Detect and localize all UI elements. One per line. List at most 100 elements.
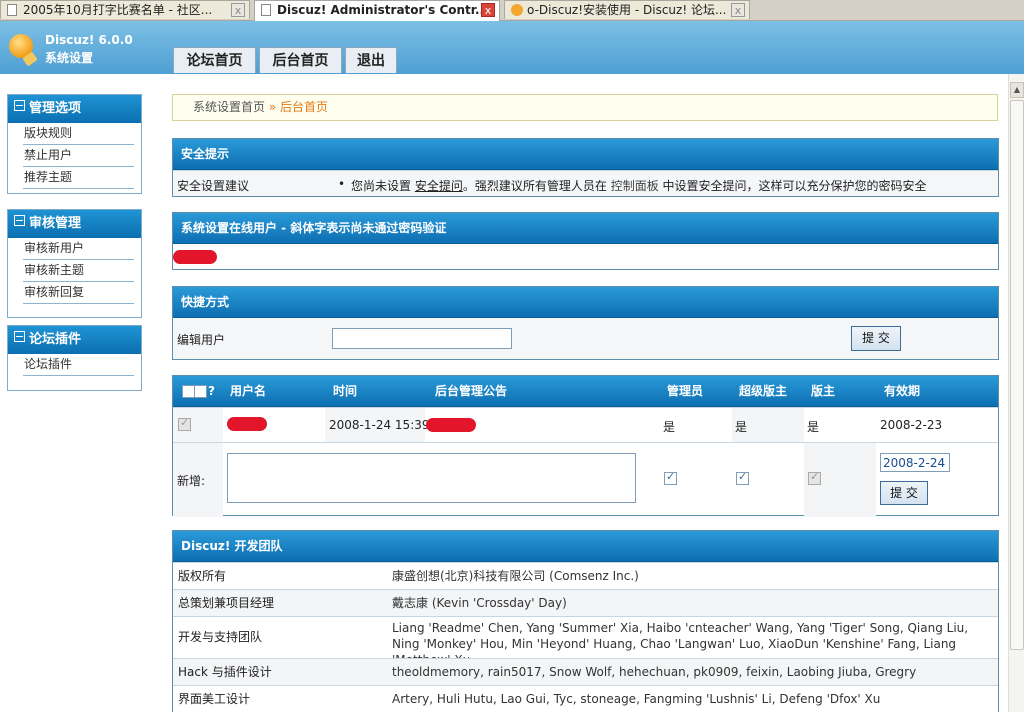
browser-tab-1[interactable]: 2005年10月打字比赛名单 - 社区... x (0, 0, 250, 19)
sidebar-item[interactable]: 推荐主题 (23, 167, 134, 189)
online-users-panel: 系统设置在线用户 - 斜体字表示尚未通过密码验证 (172, 212, 999, 270)
row-super-mod: 是 (735, 420, 748, 434)
team-row: 开发与支持团队 Liang 'Readme' Chen, Yang 'Summe… (173, 616, 998, 667)
page-icon (7, 4, 17, 16)
announcement-row: 2008-1-24 15:39 是 是 是 2008-2-23 (173, 407, 998, 442)
close-icon[interactable]: x (481, 3, 495, 17)
sidebar-header[interactable]: 论坛插件 (8, 326, 141, 354)
bulb-icon (511, 4, 523, 16)
control-panel-link[interactable]: 控制面板 (611, 179, 659, 193)
admin-header: Discuz! 6.0.0 系统设置 论坛首页 后台首页 退出 (0, 21, 1024, 74)
nav-admin-home[interactable]: 后台首页 (259, 47, 342, 73)
scroll-up-icon[interactable]: ▲ (1010, 82, 1024, 98)
security-label: 安全设置建议 (177, 179, 250, 193)
redacted-notice (426, 418, 476, 432)
collapse-icon[interactable] (14, 100, 25, 111)
redacted-username (173, 250, 217, 264)
breadcrumb-home[interactable]: 系统设置首页 (193, 100, 265, 114)
team-value: 康盛创想(北京)科技有限公司 (Comsenz Inc.) (392, 569, 639, 583)
sidebar-item[interactable]: 论坛插件 (23, 354, 134, 376)
vertical-scrollbar[interactable]: ▲ (1008, 74, 1024, 712)
team-key: Hack 与插件设计 (178, 665, 272, 679)
shortcut-submit-button[interactable]: 提 交 (851, 326, 901, 351)
new-notice-textarea[interactable] (227, 453, 636, 503)
nav-forum-home[interactable]: 论坛首页 (173, 47, 256, 73)
msg-text: 中设置安全提问，这样可以充分保护您的密码安全 (662, 179, 927, 193)
sidebar-header[interactable]: 审核管理 (8, 210, 141, 238)
redacted-username (227, 417, 267, 431)
scrollbar-thumb[interactable] (1010, 100, 1024, 650)
row-checkbox[interactable] (178, 416, 191, 431)
team-row: 版权所有 康盛创想(北京)科技有限公司 (Comsenz Inc.) (173, 562, 998, 589)
breadcrumb: 系统设置首页 » 后台首页 (172, 94, 998, 121)
msg-text: 您尚未设置 (351, 179, 412, 193)
security-question-link[interactable]: 安全提问 (415, 179, 463, 193)
team-key: 版权所有 (178, 569, 227, 583)
team-key: 总策划兼项目经理 (178, 596, 275, 610)
team-key: 开发与支持团队 (178, 630, 263, 644)
browser-tab-3[interactable]: o-Discuz!安装使用 - Discuz! 论坛... x (504, 0, 750, 19)
edit-user-label: 编辑用户 (177, 333, 226, 347)
nav-logout[interactable]: 退出 (345, 47, 397, 73)
browser-tab-2[interactable]: Discuz! Administrator's Contr... x (254, 0, 500, 21)
tab-title: Discuz! Administrator's Contr... (277, 3, 489, 17)
security-panel: 安全提示 安全设置建议 • 您尚未设置 安全提问。强烈建议所有管理人员在 控制面… (172, 138, 999, 197)
shortcut-panel: 快捷方式 编辑用户 提 交 (172, 286, 999, 360)
col-admin: 管理员 (667, 384, 704, 398)
team-row: Hack 与插件设计 theoldmemory, rain5017, Snow … (173, 658, 998, 685)
col-username: 用户名 (230, 384, 267, 398)
row-admin: 是 (663, 420, 676, 434)
super-mod-checkbox[interactable] (736, 470, 749, 485)
new-announcement-row: 新增: 提 交 (173, 442, 998, 517)
col-time: 时间 (333, 384, 358, 398)
panel-title: 快捷方式 (173, 287, 998, 318)
sidebar-item[interactable]: 版块规则 (23, 123, 134, 145)
col-super-mod: 超级版主 (739, 384, 788, 398)
announcement-header-row: ? 用户名 时间 后台管理公告 管理员 超级版主 版主 有效期 (173, 376, 998, 407)
expiry-date-input[interactable] (880, 453, 950, 472)
dev-team-panel: Discuz! 开发团队 版权所有 康盛创想(北京)科技有限公司 (Comsen… (172, 530, 999, 712)
close-icon[interactable]: x (731, 3, 745, 17)
page-icon (261, 4, 271, 16)
announce-submit-button[interactable]: 提 交 (880, 481, 928, 505)
row-expiry: 2008-2-23 (880, 418, 943, 432)
panel-title: 安全提示 (173, 139, 998, 170)
announcement-panel: ? 用户名 时间 后台管理公告 管理员 超级版主 版主 有效期 2008-1-2… (172, 375, 999, 517)
bullet: • (338, 177, 346, 191)
app-name: Discuz! 6.0.0 (45, 33, 133, 47)
admin-checkbox[interactable] (664, 470, 677, 485)
sidebar-item[interactable]: 审核新主题 (23, 260, 134, 282)
sidebar-item[interactable]: 审核新用户 (23, 238, 134, 260)
sidebar-item[interactable]: 禁止用户 (23, 145, 134, 167)
sidebar-title: 论坛插件 (29, 332, 82, 347)
team-value: 戴志康 (Kevin 'Crossday' Day) (392, 596, 567, 610)
sidebar-title: 审核管理 (29, 216, 82, 231)
sidebar-header[interactable]: 管理选项 (8, 95, 141, 123)
select-all-checkbox-alt[interactable] (194, 385, 207, 398)
app-subtitle: 系统设置 (45, 51, 94, 65)
collapse-icon[interactable] (14, 331, 25, 342)
edit-user-input[interactable] (332, 328, 512, 349)
row-time: 2008-1-24 15:39 (329, 418, 430, 432)
team-row: 总策划兼项目经理 戴志康 (Kevin 'Crossday' Day) (173, 589, 998, 616)
panel-title: Discuz! 开发团队 (173, 531, 998, 562)
col-mod: 版主 (811, 384, 836, 398)
mod-checkbox (808, 470, 821, 485)
sidebar-section-manage: 管理选项 版块规则 禁止用户 推荐主题 (7, 94, 142, 194)
close-icon[interactable]: x (231, 3, 245, 17)
team-value: Artery, Huli Hutu, Lao Gui, Tyc, stoneag… (392, 692, 881, 706)
breadcrumb-current: 后台首页 (280, 100, 329, 114)
sidebar-item[interactable]: 审核新回复 (23, 282, 134, 304)
team-value: theoldmemory, rain5017, Snow Wolf, hehec… (392, 665, 917, 679)
col-expiry: 有效期 (884, 384, 921, 398)
panel-title: 系统设置在线用户 - 斜体字表示尚未通过密码验证 (173, 213, 998, 244)
tab-title: 2005年10月打字比赛名单 - 社区... (23, 3, 213, 17)
sidebar-title: 管理选项 (29, 101, 82, 116)
collapse-icon[interactable] (14, 215, 25, 226)
discuz-logo-icon (9, 34, 33, 58)
col-notice: 后台管理公告 (435, 384, 508, 398)
new-label: 新增: (177, 474, 206, 488)
breadcrumb-sep: » (265, 100, 280, 114)
security-message: 您尚未设置 安全提问。强烈建议所有管理人员在 控制面板 中设置安全提问，这样可以… (351, 177, 927, 194)
team-row: 界面美工设计 Artery, Huli Hutu, Lao Gui, Tyc, … (173, 685, 998, 712)
